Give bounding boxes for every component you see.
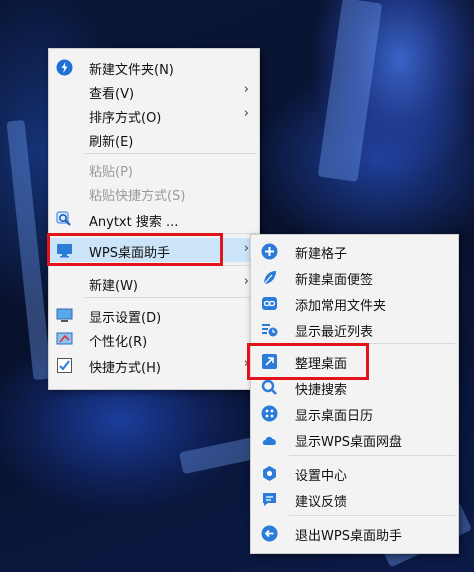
menu-item-personalize[interactable]: 个性化(R)	[49, 327, 259, 351]
search-icon	[261, 379, 278, 396]
submenu-item-cloud-disk[interactable]: 显示WPS桌面网盘	[251, 427, 458, 451]
cloud-icon	[261, 431, 278, 448]
menu-item-new[interactable]: 新建(W) ›	[49, 271, 259, 295]
feedback-icon	[261, 491, 278, 508]
submenu-item-label: 显示WPS桌面网盘	[295, 435, 402, 450]
menu-item-label: 新建文件夹(N)	[89, 63, 174, 78]
menu-item-view[interactable]: 查看(V) ›	[49, 79, 259, 103]
desktop-context-menu: 新建文件夹(N) 查看(V) › 排序方式(O) › 刷新(E) 粘贴(P) 粘…	[48, 48, 260, 390]
menu-separator	[84, 153, 256, 154]
submenu-item-label: 新建桌面便签	[295, 273, 374, 288]
menu-item-refresh[interactable]: 刷新(E)	[49, 127, 259, 151]
wps-desktop-assistant-submenu: 新建格子 新建桌面便签 添加常用文件夹 显示最近列表 整理桌面 快捷搜索 显示桌…	[250, 234, 459, 554]
highlight-box-organize-desktop	[247, 343, 369, 380]
submenu-item-feedback[interactable]: 建议反馈	[251, 487, 458, 511]
submenu-item-label: 快捷搜索	[295, 383, 348, 398]
submenu-item-label: 显示最近列表	[295, 325, 374, 340]
menu-item-label: 粘贴(P)	[89, 165, 133, 180]
submenu-item-exit[interactable]: 退出WPS桌面助手	[251, 521, 458, 545]
menu-item-label: 刷新(E)	[89, 135, 134, 150]
menu-item-label: 粘贴快捷方式(S)	[89, 189, 186, 204]
menu-item-shortcut[interactable]: 快捷方式(H) ›	[49, 353, 259, 377]
submenu-item-new-note[interactable]: 新建桌面便签	[251, 265, 458, 289]
display-icon	[56, 307, 73, 324]
chevron-right-icon: ›	[243, 274, 249, 289]
recent-list-icon	[261, 321, 278, 338]
submenu-item-label: 设置中心	[295, 469, 348, 484]
submenu-item-label: 显示桌面日历	[295, 409, 374, 424]
menu-item-paste[interactable]: 粘贴(P)	[49, 157, 259, 181]
new-folder-icon	[56, 59, 73, 76]
menu-item-sort[interactable]: 排序方式(O) ›	[49, 103, 259, 127]
menu-item-label: 新建(W)	[89, 279, 138, 294]
exit-arrow-icon	[261, 525, 278, 542]
submenu-item-add-folder[interactable]: 添加常用文件夹	[251, 291, 458, 315]
checkbox-icon	[56, 357, 73, 374]
menu-item-label: 显示设置(D)	[89, 311, 162, 326]
menu-item-anytxt-search[interactable]: Anytxt 搜索 ...	[49, 207, 259, 231]
menu-separator	[289, 515, 455, 516]
menu-item-new-folder[interactable]: 新建文件夹(N)	[49, 55, 259, 79]
highlight-box-wps-assistant	[47, 233, 223, 266]
submenu-item-label: 建议反馈	[295, 495, 348, 510]
menu-separator	[289, 455, 455, 456]
menu-separator	[84, 297, 256, 298]
menu-item-label: 个性化(R)	[89, 335, 148, 350]
link-folder-icon	[261, 295, 278, 312]
submenu-item-recent-list[interactable]: 显示最近列表	[251, 317, 458, 341]
plus-circle-icon	[261, 243, 278, 260]
chevron-right-icon: ›	[243, 106, 249, 121]
menu-item-label: 查看(V)	[89, 87, 135, 102]
submenu-item-calendar[interactable]: 显示桌面日历	[251, 401, 458, 425]
wallpaper-light-streak	[317, 0, 383, 182]
submenu-item-label: 新建格子	[295, 247, 348, 262]
personalize-icon	[56, 331, 73, 348]
menu-item-label: 排序方式(O)	[89, 111, 162, 126]
chevron-right-icon: ›	[243, 82, 249, 97]
search-icon	[56, 211, 73, 228]
menu-item-display-settings[interactable]: 显示设置(D)	[49, 303, 259, 327]
submenu-item-new-grid[interactable]: 新建格子	[251, 239, 458, 263]
wallpaper-light-streak	[6, 119, 52, 381]
submenu-item-label: 退出WPS桌面助手	[295, 529, 402, 544]
calendar-dots-icon	[261, 405, 278, 422]
menu-item-label: 快捷方式(H)	[89, 361, 161, 376]
menu-item-label: Anytxt 搜索 ...	[89, 215, 179, 230]
gear-icon	[261, 465, 278, 482]
leaf-note-icon	[261, 269, 278, 286]
submenu-item-settings[interactable]: 设置中心	[251, 461, 458, 485]
menu-item-paste-shortcut[interactable]: 粘贴快捷方式(S)	[49, 181, 259, 205]
chevron-right-icon: ›	[243, 241, 249, 256]
submenu-item-label: 添加常用文件夹	[295, 299, 387, 314]
